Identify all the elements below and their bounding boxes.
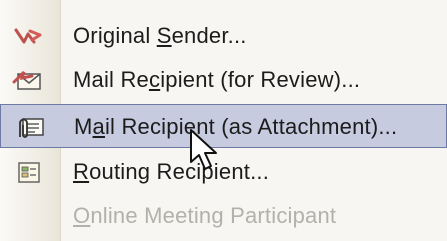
envelope-attachment-icon (13, 113, 47, 141)
menu-item-original-sender[interactable]: Original Sender... (0, 14, 447, 58)
menu-item-mail-recipient-attachment[interactable]: Mail Recipient (as Attachment)... (0, 104, 447, 148)
menu-item-label: Online Meeting Participant (73, 203, 337, 228)
menu-item-label: Mail Recipient (for Review)... (73, 67, 361, 92)
menu-item-online-meeting-participant: Online Meeting Participant (0, 194, 447, 238)
send-to-menu: Original Sender... Mail Recipient (for R… (0, 0, 447, 241)
forward-arrow-icon (12, 22, 46, 50)
mouse-pointer-icon (188, 128, 222, 176)
menu-item-label: Original Sender... (73, 23, 247, 48)
envelope-review-icon (12, 66, 46, 94)
menu-item-label: Mail Recipient (as Attachment)... (74, 114, 398, 139)
menu-item-label: Routing Recipient... (73, 159, 270, 184)
menu-item-mail-recipient-review[interactable]: Mail Recipient (for Review)... (0, 58, 447, 102)
routing-slip-icon (12, 158, 46, 186)
menu-item-routing-recipient[interactable]: Routing Recipient... (0, 150, 447, 194)
